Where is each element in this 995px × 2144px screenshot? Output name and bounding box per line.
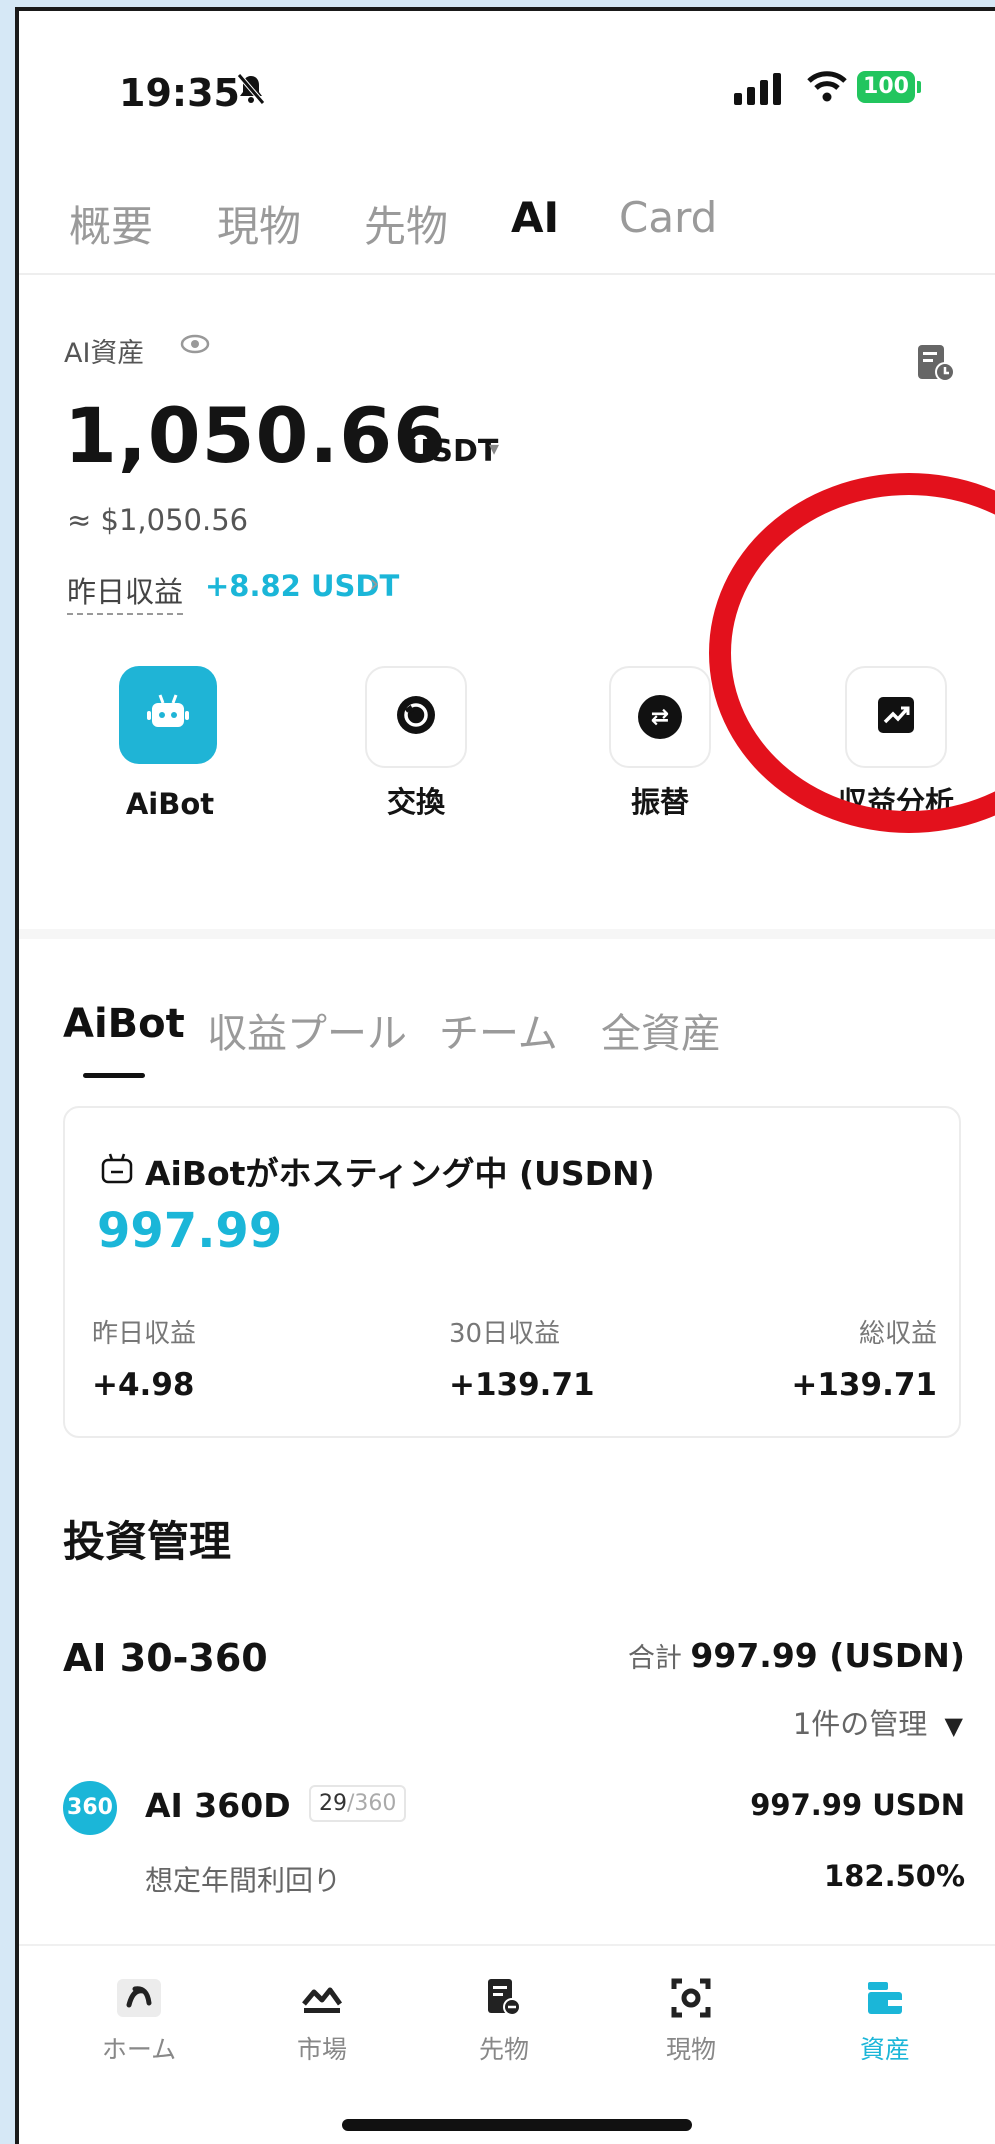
tab-card[interactable]: Card bbox=[619, 193, 717, 242]
asset-amount: 1,050.66 bbox=[64, 391, 448, 480]
plan-name: AI 30-360 bbox=[63, 1636, 268, 1680]
robot-icon bbox=[146, 693, 190, 737]
asset-unit-selector[interactable]: USDT bbox=[407, 434, 498, 469]
signal-icon bbox=[734, 69, 781, 105]
subtab-team[interactable]: チーム bbox=[439, 1001, 558, 1059]
tab-ai[interactable]: AI bbox=[511, 193, 559, 242]
plan-item-amount: 997.99 USDN bbox=[750, 1788, 965, 1822]
tabs-divider bbox=[19, 273, 995, 275]
aibot-button[interactable] bbox=[119, 666, 217, 764]
yield-value: 182.50% bbox=[824, 1859, 965, 1893]
stat-label-total: 総収益 bbox=[858, 1319, 937, 1349]
stat-label-30day: 30日収益 bbox=[449, 1319, 561, 1349]
status-time: 19:35 bbox=[119, 71, 240, 115]
yesterday-profit-label[interactable]: 昨日収益 bbox=[67, 569, 184, 615]
subtab-all-assets[interactable]: 全資産 bbox=[601, 1001, 721, 1059]
nav-home[interactable]: ホーム bbox=[69, 1974, 209, 2066]
stat-value-total: +139.71 bbox=[791, 1367, 937, 1403]
progress-current: 29 bbox=[319, 1791, 347, 1816]
plan-total: 合計 997.99 (USDN) bbox=[628, 1636, 965, 1675]
battery-tip bbox=[917, 81, 921, 93]
chevron-right-icon[interactable]: › bbox=[369, 569, 379, 599]
futures-icon bbox=[434, 1974, 574, 2022]
tab-spot[interactable]: 現物 bbox=[217, 193, 301, 254]
history-icon[interactable] bbox=[914, 341, 958, 389]
triangle-down-icon[interactable]: ▼ bbox=[945, 1712, 963, 1740]
stat-label-yesterday: 昨日収益 bbox=[92, 1319, 197, 1349]
nav-home-label: ホーム bbox=[101, 2035, 177, 2064]
wifi-icon bbox=[807, 69, 847, 107]
phone-screen: 19:35 100 概要 現物 先物 AI Card AI資産 1,050.66… bbox=[15, 7, 995, 2144]
nav-futures[interactable]: 先物 bbox=[434, 1974, 574, 2066]
silent-bell-icon bbox=[237, 73, 265, 113]
tab-futures[interactable]: 先物 bbox=[364, 193, 448, 254]
wallet-icon bbox=[815, 1974, 955, 2022]
section-divider bbox=[19, 929, 995, 939]
yield-label: 想定年間利回り bbox=[145, 1864, 342, 1897]
manage-dropdown[interactable]: 1件の管理 ▼ bbox=[793, 1701, 963, 1743]
subtab-profit-pool[interactable]: 収益プール bbox=[207, 1001, 407, 1059]
nav-market-label: 市場 bbox=[296, 2035, 347, 2064]
stat-value-yesterday: +4.98 bbox=[92, 1367, 195, 1403]
progress-total: /360 bbox=[347, 1791, 397, 1816]
market-icon bbox=[252, 1974, 392, 2022]
subtab-active-indicator bbox=[83, 1073, 145, 1078]
transfer-icon: ⇄ bbox=[638, 695, 682, 739]
plan-badge: 360 bbox=[63, 1781, 117, 1835]
robot-outline-icon bbox=[99, 1152, 135, 1190]
nav-assets-label: 資産 bbox=[859, 2035, 910, 2064]
stat-value-30day: +139.71 bbox=[449, 1367, 595, 1403]
home-logo-icon bbox=[69, 1974, 209, 2022]
caret-down-icon[interactable]: ▾ bbox=[489, 436, 499, 460]
exchange-label[interactable]: 交換 bbox=[316, 779, 516, 821]
bottom-nav: ホーム 市場 先物 現物 資産 bbox=[19, 1944, 995, 2144]
exchange-icon bbox=[394, 693, 438, 741]
aibot-label[interactable]: AiBot bbox=[70, 787, 270, 821]
nav-assets[interactable]: 資産 bbox=[815, 1974, 955, 2066]
spot-icon bbox=[621, 1974, 761, 2022]
nav-market[interactable]: 市場 bbox=[252, 1974, 392, 2066]
transfer-label[interactable]: 振替 bbox=[560, 779, 760, 821]
nav-spot[interactable]: 現物 bbox=[621, 1974, 761, 2066]
plan-total-label: 合計 bbox=[627, 1643, 682, 1674]
card-title: AiBotがホスティング中 (USDN) bbox=[145, 1154, 655, 1193]
exchange-button[interactable] bbox=[365, 666, 467, 768]
eye-icon[interactable] bbox=[180, 331, 210, 361]
asset-approx-usd: ≈ $1,050.56 bbox=[67, 503, 249, 537]
card-header: AiBotがホスティング中 (USDN) bbox=[99, 1147, 655, 1195]
investment-management-title: 投資管理 bbox=[63, 1517, 232, 1566]
plan-progress-chip: 29/360 bbox=[309, 1785, 407, 1822]
card-amount: 997.99 bbox=[97, 1203, 283, 1259]
nav-spot-label: 現物 bbox=[665, 2035, 716, 2064]
nav-futures-label: 先物 bbox=[478, 2035, 529, 2064]
manage-label[interactable]: 1件の管理 bbox=[793, 1707, 927, 1741]
tab-overview[interactable]: 概要 bbox=[69, 193, 153, 254]
transfer-button[interactable]: ⇄ bbox=[609, 666, 711, 768]
plan-total-value: 997.99 (USDN) bbox=[690, 1636, 965, 1675]
asset-label: AI資産 bbox=[64, 338, 145, 369]
battery-indicator: 100 bbox=[857, 71, 915, 103]
home-indicator[interactable] bbox=[342, 2119, 692, 2131]
plan-item-name[interactable]: AI 360D bbox=[145, 1786, 291, 1825]
subtab-aibot[interactable]: AiBot bbox=[63, 1001, 185, 1047]
